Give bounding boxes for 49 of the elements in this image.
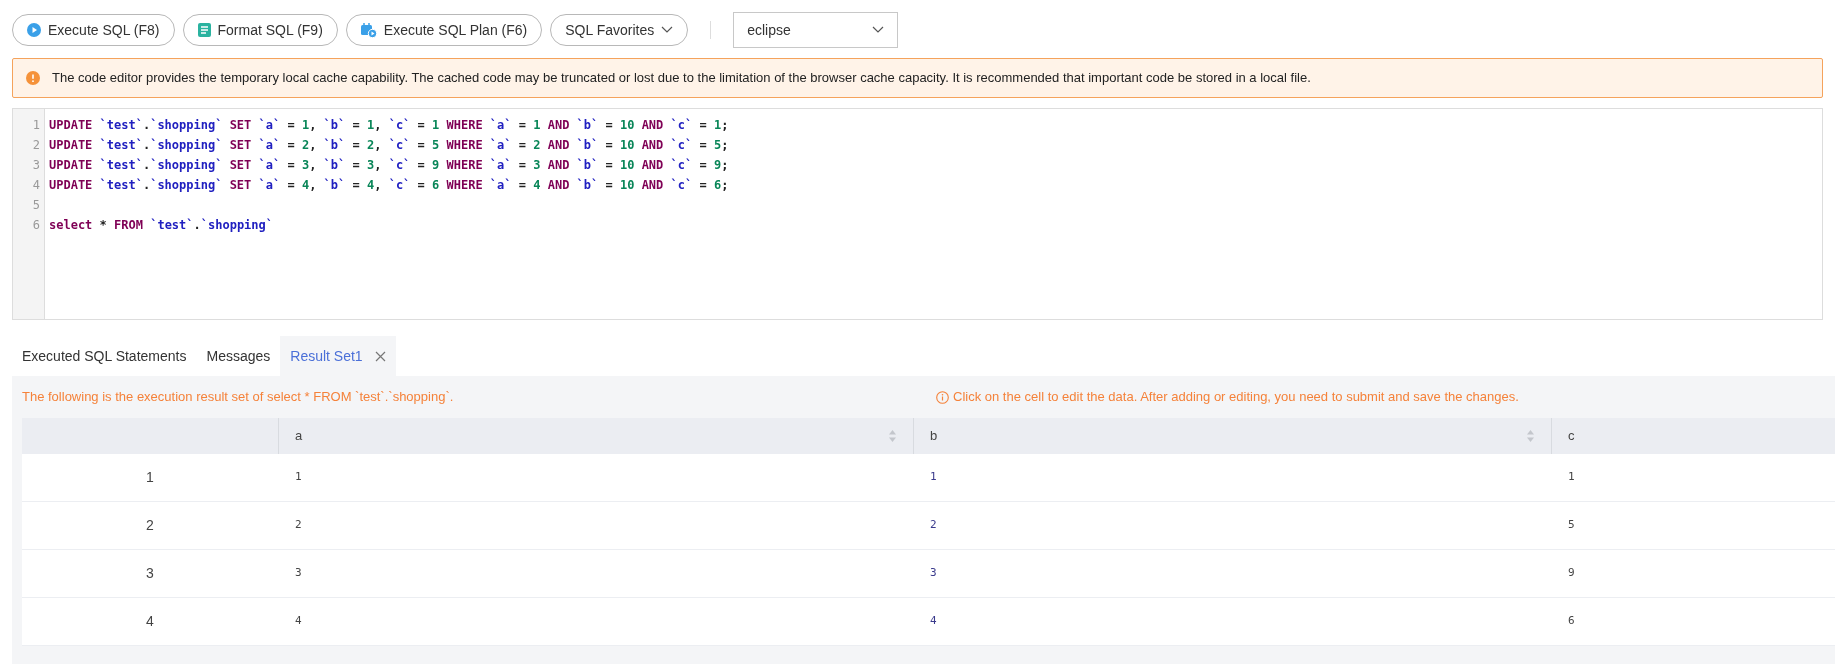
row-number: 2 bbox=[145, 516, 155, 535]
table-cell[interactable]: 4 bbox=[913, 613, 1551, 630]
play-icon bbox=[27, 23, 41, 37]
code-editor[interactable] bbox=[12, 108, 1823, 320]
result-tab[interactable]: Messages bbox=[196, 336, 281, 376]
line-number: 1 bbox=[32, 117, 40, 134]
table-cell[interactable]: 5 bbox=[1551, 517, 1835, 534]
code-line: UPDATE `test`.`shopping` SET `a` = 1, `b` = 1, `c` = 1 WHERE `a` = 1 AND `b` = 10 AND `c` = 1; bbox=[49, 117, 729, 134]
table-cell[interactable]: 9 bbox=[1551, 565, 1835, 582]
table-cell[interactable]: 1 bbox=[278, 469, 913, 486]
line-number: 5 bbox=[32, 197, 40, 214]
code-line: select * FROM `test`.`shopping` bbox=[49, 217, 273, 234]
sort-icon[interactable] bbox=[1526, 429, 1535, 443]
result-tab[interactable]: Executed SQL Statements bbox=[12, 336, 197, 376]
table-cell[interactable]: 1 bbox=[913, 469, 1551, 486]
row-number: 3 bbox=[145, 564, 155, 583]
table-cell[interactable]: 1 bbox=[1551, 469, 1835, 486]
code-line: UPDATE `test`.`shopping` SET `a` = 2, `b` = 2, `c` = 5 WHERE `a` = 2 AND `b` = 10 AND `c` = 5; bbox=[49, 137, 729, 154]
table-cell[interactable]: 4 bbox=[278, 613, 913, 630]
document-icon bbox=[197, 23, 211, 37]
toolbar-button[interactable]: Execute SQL Plan (F6) bbox=[345, 14, 543, 46]
table-cell[interactable]: 3 bbox=[278, 565, 913, 582]
row-number: 4 bbox=[145, 612, 155, 631]
table-cell[interactable]: 2 bbox=[278, 517, 913, 534]
line-number: 4 bbox=[32, 177, 40, 194]
close-icon[interactable] bbox=[374, 350, 386, 362]
code-line: UPDATE `test`.`shopping` SET `a` = 4, `b` = 4, `c` = 6 WHERE `a` = 4 AND `b` = 10 AND `c` = 6; bbox=[49, 177, 729, 194]
line-number: 6 bbox=[32, 217, 40, 234]
edit-hint: Click on the cell to edit the data. After adding or editing, you need to submit and save the changes. bbox=[953, 388, 1519, 407]
theme-select[interactable]: eclipse bbox=[733, 12, 899, 48]
info-icon bbox=[936, 390, 949, 404]
notice-text: The code editor provides the temporary local cache capability. The cached code may be truncated or lost due to the limitation of the browser cache capacity. It is recommended that important code be stored in a local file. bbox=[52, 69, 1311, 88]
toolbar-button[interactable]: Execute SQL (F8) bbox=[12, 14, 175, 46]
toolbar-button[interactable]: Format SQL (F9) bbox=[182, 14, 338, 46]
code-line: UPDATE `test`.`shopping` SET `a` = 3, `b` = 3, `c` = 9 WHERE `a` = 3 AND `b` = 10 AND `c` = 9; bbox=[49, 157, 729, 174]
row-number: 1 bbox=[145, 468, 155, 487]
favorites-dropdown[interactable]: SQL Favorites bbox=[550, 14, 689, 46]
sort-icon[interactable] bbox=[888, 429, 897, 443]
line-number: 3 bbox=[32, 157, 40, 174]
result-summary: The following is the execution result set of select * FROM `test`.`shopping`. bbox=[22, 388, 455, 407]
table-cell[interactable]: 2 bbox=[913, 517, 1551, 534]
warning-icon bbox=[26, 71, 40, 85]
line-number: 2 bbox=[32, 137, 40, 154]
chevron-icon bbox=[661, 26, 674, 34]
calendar-play-icon bbox=[360, 22, 377, 38]
chevron-icon bbox=[872, 26, 885, 34]
table-cell[interactable]: 3 bbox=[913, 565, 1551, 582]
result-tab[interactable]: Result Set1 bbox=[280, 336, 396, 376]
table-cell[interactable]: 6 bbox=[1551, 613, 1835, 630]
